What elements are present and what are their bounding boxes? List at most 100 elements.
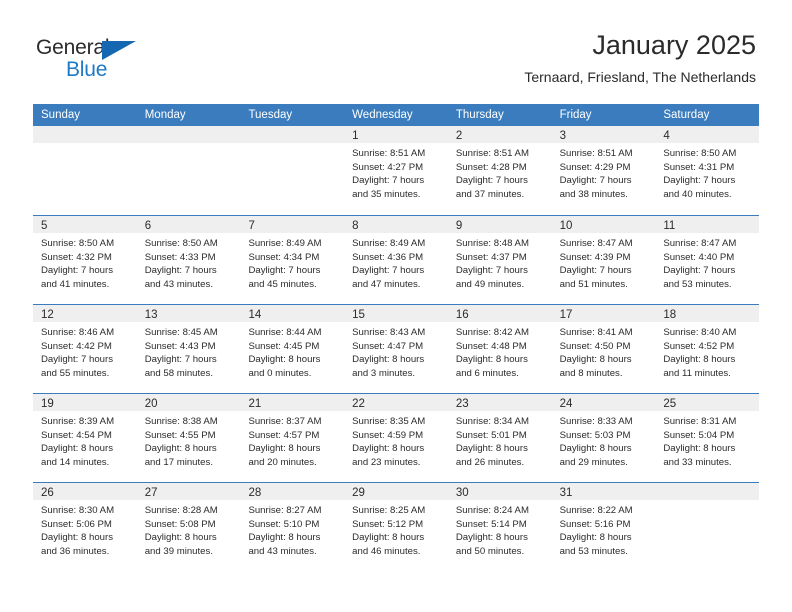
day-detail-line: and 53 minutes. — [663, 278, 732, 290]
day-detail-line: Sunset: 4:54 PM — [41, 429, 112, 441]
calendar-day-cell[interactable]: 25 Sunrise: 8:31 AM Sunset: 5:04 PM Dayligh… — [655, 394, 760, 482]
day-detail-lines: Sunrise: 8:50 AM Sunset: 4:32 PM Daylight:… — [33, 233, 137, 291]
day-detail-line: Sunrise: 8:33 AM — [559, 416, 633, 427]
day-of-week-sunday: Sunday — [41, 109, 81, 121]
day-number: 24 — [559, 398, 573, 410]
title-block: January 2025 Ternaard, Friesland, The Ne… — [524, 28, 756, 87]
calendar-day-cell[interactable]: 13 Sunrise: 8:45 AM Sunset: 4:43 PM Dayligh… — [136, 305, 241, 393]
calendar-day-cell[interactable]: 1 Sunrise: 8:51 AM Sunset: 4:27 PM Daylight… — [344, 126, 448, 215]
day-detail-line: Daylight: 7 hours — [144, 265, 217, 277]
calendar-day-cell[interactable]: 23 Sunrise: 8:34 AM Sunset: 5:01 PM Dayligh… — [447, 394, 552, 482]
calendar-day-cell[interactable]: 20 Sunrise: 8:38 AM Sunset: 4:55 PM Dayligh… — [136, 394, 241, 482]
calendar-day-cell[interactable]: 8 Sunrise: 8:49 AM Sunset: 4:36 PM Daylight… — [344, 216, 448, 304]
calendar-day-cell[interactable]: 19 Sunrise: 8:39 AM Sunset: 4:54 PM Dayligh… — [33, 394, 137, 482]
day-of-week-thursday: Thursday — [455, 109, 504, 121]
day-detail-line: Sunset: 4:36 PM — [352, 251, 424, 263]
calendar-day-cell[interactable]: 5 Sunrise: 8:50 AM Sunset: 4:32 PM Daylight… — [33, 216, 137, 304]
day-detail-line: Daylight: 8 hours — [144, 443, 217, 455]
day-number: 10 — [559, 220, 573, 232]
day-number-band: 17 — [551, 305, 656, 322]
calendar-day-cell[interactable]: 4 Sunrise: 8:50 AM Sunset: 4:31 PM Daylight… — [655, 126, 760, 215]
day-detail-lines: Sunrise: 8:50 AM Sunset: 4:31 PM Daylight:… — [655, 143, 759, 201]
day-detail-line: Daylight: 8 hours — [248, 532, 321, 544]
day-detail-line: Sunset: 4:52 PM — [663, 340, 735, 352]
day-number-band: 28 — [240, 483, 345, 500]
calendar-day-cell[interactable]: 16 Sunrise: 8:42 AM Sunset: 4:48 PM Dayligh… — [447, 305, 552, 393]
day-detail-line: Sunset: 4:47 PM — [352, 340, 424, 352]
page-header: General Blue January 2025 Ternaard, Frie… — [0, 0, 792, 100]
day-number: 29 — [352, 487, 365, 499]
day-number: 18 — [663, 309, 677, 321]
calendar-day-cell[interactable]: 14 Sunrise: 8:44 AM Sunset: 4:45 PM Dayligh… — [240, 305, 345, 393]
calendar-day-cell[interactable]: 24 Sunrise: 8:33 AM Sunset: 5:03 PM Dayligh… — [551, 394, 656, 482]
calendar-day-cell[interactable]: 9 Sunrise: 8:48 AM Sunset: 4:37 PM Daylight… — [447, 216, 552, 304]
day-detail-line: Daylight: 8 hours — [144, 532, 217, 544]
calendar-day-cell[interactable]: 3 Sunrise: 8:51 AM Sunset: 4:29 PM Daylight… — [551, 126, 656, 215]
calendar-day-cell[interactable]: 29 Sunrise: 8:25 AM Sunset: 5:12 PM Dayligh… — [344, 483, 448, 571]
calendar-week-row: 12 Sunrise: 8:46 AM Sunset: 4:42 PM Dayligh… — [33, 304, 760, 393]
calendar-weeks: 1 Sunrise: 8:51 AM Sunset: 4:27 PM Daylight… — [33, 126, 760, 571]
calendar-day-cell[interactable]: 15 Sunrise: 8:43 AM Sunset: 4:47 PM Dayligh… — [344, 305, 448, 393]
day-detail-line: Sunrise: 8:40 AM — [663, 327, 737, 338]
day-detail-line: Daylight: 8 hours — [352, 443, 425, 455]
day-detail-line: Sunset: 4:50 PM — [559, 340, 631, 352]
day-detail-lines: Sunrise: 8:34 AM Sunset: 5:01 PM Daylight:… — [448, 411, 552, 469]
day-detail-line: Sunrise: 8:38 AM — [144, 416, 218, 427]
calendar-grid: Sunday Monday Tuesday Wednesday Thursday Frid… — [33, 104, 760, 571]
day-number-band: 4 — [655, 126, 760, 143]
calendar-day-cell[interactable]: 31 Sunrise: 8:22 AM Sunset: 5:16 PM Dayligh… — [551, 483, 656, 571]
day-detail-line: Sunset: 5:10 PM — [248, 518, 320, 530]
day-number: 13 — [144, 309, 158, 321]
day-detail-lines: Sunrise: 8:51 AM Sunset: 4:29 PM Daylight:… — [552, 143, 656, 201]
day-number: 26 — [41, 487, 54, 499]
day-detail-line: Daylight: 8 hours — [455, 532, 528, 544]
calendar-day-cell[interactable]: 26 Sunrise: 8:30 AM Sunset: 5:06 PM Dayligh… — [33, 483, 137, 571]
calendar-day-cell[interactable]: 11 Sunrise: 8:47 AM Sunset: 4:40 PM Dayligh… — [655, 216, 760, 304]
calendar-day-cell[interactable]: 17 Sunrise: 8:41 AM Sunset: 4:50 PM Dayligh… — [551, 305, 656, 393]
day-detail-line: Sunrise: 8:35 AM — [352, 416, 426, 427]
day-detail-line: Sunset: 4:48 PM — [455, 340, 527, 352]
calendar-day-cell[interactable]: 6 Sunrise: 8:50 AM Sunset: 4:33 PM Daylight… — [136, 216, 241, 304]
day-detail-line: Sunrise: 8:39 AM — [41, 416, 115, 427]
calendar-day-cell[interactable]: 2 Sunrise: 8:51 AM Sunset: 4:28 PM Daylight… — [447, 126, 552, 215]
day-detail-line: and 50 minutes. — [455, 545, 525, 557]
day-detail-line: Daylight: 7 hours — [455, 265, 528, 277]
day-detail-line: Sunset: 4:43 PM — [144, 340, 216, 352]
day-detail-line: Sunrise: 8:41 AM — [559, 327, 633, 338]
calendar-day-cell[interactable]: 18 Sunrise: 8:40 AM Sunset: 4:52 PM Dayligh… — [655, 305, 760, 393]
day-detail-line: Daylight: 8 hours — [559, 532, 632, 544]
day-detail-line: Daylight: 8 hours — [455, 443, 528, 455]
calendar-day-cell[interactable]: 7 Sunrise: 8:49 AM Sunset: 4:34 PM Daylight… — [240, 216, 345, 304]
calendar-day-cell[interactable]: 22 Sunrise: 8:35 AM Sunset: 4:59 PM Dayligh… — [344, 394, 448, 482]
day-detail-lines: Sunrise: 8:24 AM Sunset: 5:14 PM Daylight:… — [448, 500, 552, 558]
day-of-week-header: Sunday Monday Tuesday Wednesday Thursday Frid… — [33, 104, 759, 126]
day-number-band: 12 — [33, 305, 137, 322]
day-detail-lines: Sunrise: 8:27 AM Sunset: 5:10 PM Daylight:… — [240, 500, 344, 558]
day-detail-line: Sunrise: 8:31 AM — [663, 416, 737, 427]
calendar-day-cell[interactable]: 12 Sunrise: 8:46 AM Sunset: 4:42 PM Dayligh… — [33, 305, 137, 393]
day-number: 12 — [41, 309, 54, 321]
day-number-band: 24 — [551, 394, 656, 411]
day-detail-line: Sunset: 4:34 PM — [248, 251, 320, 263]
day-detail-line: Daylight: 7 hours — [144, 354, 217, 366]
calendar-day-cell[interactable]: 30 Sunrise: 8:24 AM Sunset: 5:14 PM Dayligh… — [447, 483, 552, 571]
calendar-day-cell[interactable]: 21 Sunrise: 8:37 AM Sunset: 4:57 PM Dayligh… — [240, 394, 345, 482]
day-detail-line: and 36 minutes. — [41, 545, 110, 557]
day-detail-lines — [240, 143, 344, 147]
calendar-day-cell[interactable]: 28 Sunrise: 8:27 AM Sunset: 5:10 PM Dayligh… — [240, 483, 345, 571]
general-blue-logo[interactable]: General Blue — [36, 36, 166, 86]
day-detail-lines: Sunrise: 8:49 AM Sunset: 4:34 PM Daylight:… — [240, 233, 344, 291]
day-number: 1 — [352, 130, 359, 142]
day-detail-line: and 23 minutes. — [352, 456, 421, 468]
day-number: 7 — [248, 220, 255, 232]
day-detail-lines: Sunrise: 8:50 AM Sunset: 4:33 PM Daylight:… — [137, 233, 241, 291]
day-number: 2 — [455, 130, 463, 142]
day-detail-line: and 39 minutes. — [144, 545, 213, 557]
calendar-day-cell[interactable]: 10 Sunrise: 8:47 AM Sunset: 4:39 PM Dayligh… — [551, 216, 656, 304]
day-detail-line: Sunrise: 8:50 AM — [144, 238, 218, 249]
day-detail-lines: Sunrise: 8:47 AM Sunset: 4:39 PM Daylight:… — [552, 233, 656, 291]
day-detail-line: Daylight: 8 hours — [663, 443, 736, 455]
day-number: 5 — [41, 220, 48, 232]
calendar-day-cell[interactable]: 27 Sunrise: 8:28 AM Sunset: 5:08 PM Dayligh… — [136, 483, 241, 571]
day-number: 25 — [663, 398, 677, 410]
